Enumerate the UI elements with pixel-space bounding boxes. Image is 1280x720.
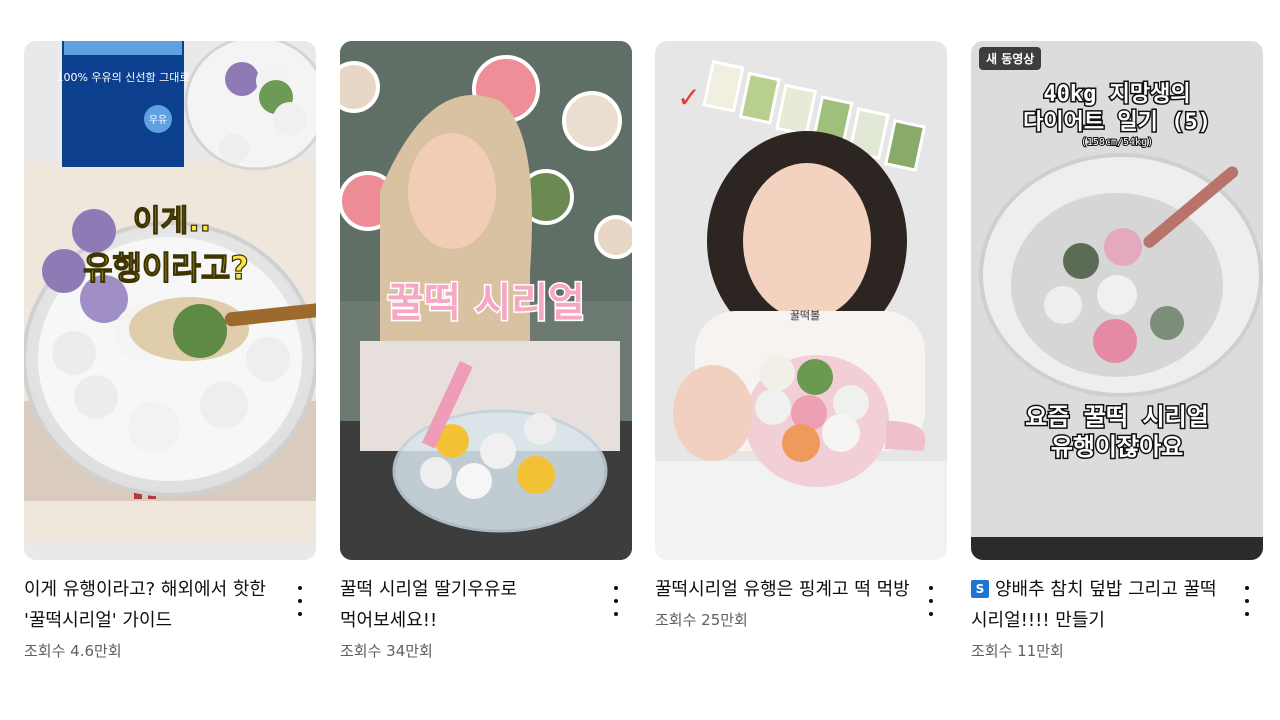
more-options-icon[interactable] <box>1237 586 1257 616</box>
video-title[interactable]: 꿀떡시리얼 유행은 핑계고 떡 먹방 <box>655 574 911 605</box>
thumbnail-overlay-text: 꿀떡 시리얼 <box>387 280 585 326</box>
video-meta: 꿀떡시리얼 유행은 핑계고 떡 먹방 조회수 25만회 <box>655 574 947 630</box>
view-count: 조회수 34만회 <box>340 642 433 660</box>
video-thumbnail[interactable]: 100% 우유의 신선함 그대로 우유 이게.. 유행이라고? <box>24 41 316 560</box>
carton-label: 우유 <box>149 114 167 126</box>
carton-text: 100% 우유의 신선함 그대로 <box>56 71 189 84</box>
video-grid: 100% 우유의 신선함 그대로 우유 이게.. 유행이라고? 이게 유행이라고… <box>24 41 1264 681</box>
video-meta: 이게 유행이라고? 해외에서 핫한 '꿀떡시리얼' 가이드 조회수 4.6만회 <box>24 574 316 661</box>
thumbnail-overlay-text: 꿀떡볼 <box>790 309 820 322</box>
video-card[interactable]: ✓ 꿀떡볼 꿀떡시리얼 유행은 핑계고 떡 먹방 조회수 25만회 <box>655 41 947 630</box>
thumbnail-image: 꿀떡 시리얼 <box>340 41 632 560</box>
video-title[interactable]: S 양배추 참치 덮밥 그리고 꿀떡 시리얼!!!! 만들기 <box>971 574 1227 636</box>
video-thumbnail[interactable]: ✓ 꿀떡볼 <box>655 41 947 560</box>
shorts-badge-icon: S <box>971 580 989 598</box>
more-options-icon[interactable] <box>921 586 941 616</box>
check-icon: ✓ <box>677 81 700 114</box>
video-title[interactable]: 이게 유행이라고? 해외에서 핫한 '꿀떡시리얼' 가이드 <box>24 574 280 636</box>
video-card[interactable]: 100% 우유의 신선함 그대로 우유 이게.. 유행이라고? 이게 유행이라고… <box>24 41 316 661</box>
thumbnail-image: 100% 우유의 신선함 그대로 우유 이게.. 유행이라고? <box>24 41 316 560</box>
view-count: 조회수 25만회 <box>655 611 748 629</box>
video-thumbnail[interactable]: 꿀떡 시리얼 <box>340 41 632 560</box>
thumbnail-overlay-text: 유행이잖아요 <box>1051 433 1183 461</box>
view-count: 조회수 4.6만회 <box>24 642 122 660</box>
thumbnail-overlay-text: 요즘 꿀떡 시리얼 <box>1025 403 1208 431</box>
thumbnail-overlay-text: 유행이라고? <box>83 249 249 287</box>
thumbnail-overlay-text: 다이어트 일기 (5) <box>1023 110 1211 135</box>
view-count: 조회수 11만회 <box>971 642 1064 660</box>
video-meta: 꿀떡 시리얼 딸기우유로 먹어보세요!! 조회수 34만회 <box>340 574 632 661</box>
video-title-text: 양배추 참치 덮밥 그리고 꿀떡 시리얼!!!! 만들기 <box>971 579 1217 631</box>
more-options-icon[interactable] <box>290 586 310 616</box>
video-thumbnail[interactable]: 40kg 지망생의 다이어트 일기 (5) (158cm/54kg) 요즘 꿀떡… <box>971 41 1263 560</box>
video-meta: S 양배추 참치 덮밥 그리고 꿀떡 시리얼!!!! 만들기 조회수 11만회 <box>971 574 1263 661</box>
thumbnail-overlay-text: 이게.. <box>133 204 211 239</box>
thumbnail-image: ✓ 꿀떡볼 <box>655 41 947 560</box>
more-options-icon[interactable] <box>606 586 626 616</box>
video-title[interactable]: 꿀떡 시리얼 딸기우유로 먹어보세요!! <box>340 574 596 636</box>
thumbnail-image: 40kg 지망생의 다이어트 일기 (5) (158cm/54kg) 요즘 꿀떡… <box>971 41 1263 560</box>
video-card[interactable]: 40kg 지망생의 다이어트 일기 (5) (158cm/54kg) 요즘 꿀떡… <box>971 41 1263 661</box>
new-video-badge: 새 동영상 <box>979 47 1042 70</box>
thumbnail-overlay-text: (158cm/54kg) <box>1081 137 1153 148</box>
video-card[interactable]: 꿀떡 시리얼 꿀떡 시리얼 딸기우유로 먹어보세요!! 조회수 34만회 <box>340 41 632 661</box>
thumbnail-overlay-text: 40kg 지망생의 <box>1043 82 1190 107</box>
